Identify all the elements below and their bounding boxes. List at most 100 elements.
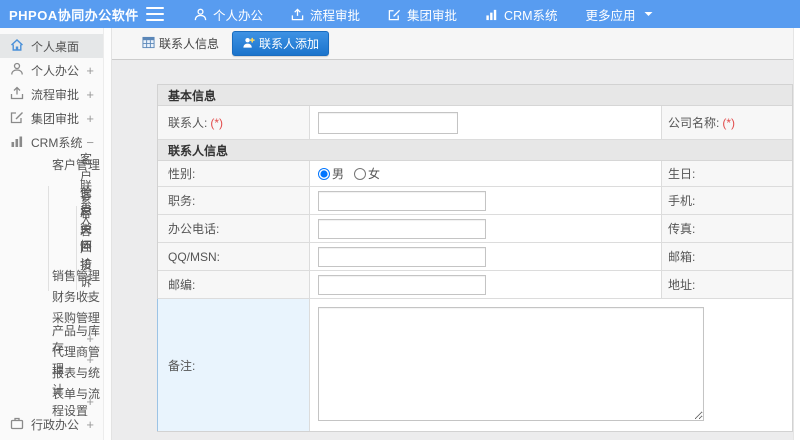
expand-icon[interactable]: + <box>86 418 94 431</box>
field-label: 备注: <box>158 299 310 431</box>
field-label: 邮箱: <box>662 243 792 270</box>
field-cell <box>310 106 662 139</box>
form-row-qq-msn: QQ/MSN: 邮箱: <box>158 243 792 271</box>
expand-icon[interactable]: + <box>86 64 94 77</box>
sidebar-item-label: 集团审批 <box>31 111 80 126</box>
briefcase-icon <box>10 416 24 433</box>
form-row-gender: 性别: 男 女 生日: <box>158 161 792 187</box>
sidebar-item-label: 行政办公 <box>31 417 80 432</box>
field-label: 公司名称: (*) <box>662 106 792 139</box>
sidebar-item-form-workflow-settings[interactable]: 表单与流程设置 + <box>0 387 103 418</box>
topbar-menu-personal-office[interactable]: 个人办公 <box>194 5 263 24</box>
sidebar-item-label: 个人桌面 <box>31 39 80 54</box>
hamburger-menu-icon[interactable] <box>146 7 164 21</box>
field-cell <box>310 243 662 270</box>
topbar-menu-label: 个人办公 <box>213 8 264 23</box>
field-label: 联系人: (*) <box>158 106 310 139</box>
field-label: 生日: <box>662 161 792 186</box>
field-label: 传真: <box>662 215 792 242</box>
tree-guide-line <box>76 206 77 290</box>
content-scrollbar[interactable] <box>793 28 800 440</box>
sidebar-item-label: 个人办公 <box>31 63 80 78</box>
sidebar-item-sales-management[interactable]: 销售管理 + <box>0 265 103 286</box>
sidebar-item-finance[interactable]: 财务收支 + <box>0 286 103 307</box>
sidebar-item-workflow-approval[interactable]: 流程审批 + <box>0 82 103 106</box>
edit-icon <box>388 8 401 21</box>
expand-icon[interactable]: + <box>86 395 94 408</box>
topbar-menu-label: 流程审批 <box>310 8 361 23</box>
label-text: 职务: <box>168 194 196 208</box>
form-row-notes: 备注: <box>157 299 792 431</box>
expand-icon[interactable]: + <box>86 290 94 303</box>
label-text: 办公电话: <box>168 222 220 236</box>
chart-icon <box>485 8 498 21</box>
tab-label: 联系人信息 <box>159 37 220 51</box>
topbar-menu-more-apps[interactable]: 更多应用 <box>586 5 653 24</box>
caret-down-icon <box>644 11 653 17</box>
notes-textarea[interactable] <box>318 307 704 421</box>
form-row-job-title: 职务: 手机: <box>158 187 792 215</box>
field-label: QQ/MSN: <box>158 243 310 270</box>
form-row-office-phone: 办公电话: 传真: <box>158 215 792 243</box>
contact-form: 基本信息 联系人: (*) 公司名称: (*) 联系人信息 性别: 男 女 生日… <box>157 84 793 432</box>
required-marker: (*) <box>722 115 736 130</box>
topbar-menu-label: 更多应用 <box>585 8 636 23</box>
expand-icon[interactable]: + <box>86 88 94 101</box>
sidebar-item-admin-office[interactable]: 行政办公 + <box>0 412 103 436</box>
label-text: 地址: <box>668 278 696 292</box>
label-text: 生日: <box>668 167 696 181</box>
home-icon <box>10 38 24 55</box>
tab-bar: 联系人信息 联系人添加 <box>112 28 793 60</box>
gender-female-radio[interactable] <box>354 167 367 180</box>
contact-name-input[interactable] <box>318 111 458 134</box>
grid-icon <box>142 36 155 52</box>
user-icon <box>194 8 207 21</box>
sidebar-item-personal-office[interactable]: 个人办公 + <box>0 58 103 82</box>
field-label: 地址: <box>662 271 792 298</box>
zipcode-input[interactable] <box>318 274 486 295</box>
label-text: 联系人: <box>168 116 208 130</box>
job-title-input[interactable] <box>318 190 486 211</box>
approval-icon <box>10 86 24 103</box>
required-marker: (*) <box>210 115 224 130</box>
office-phone-input[interactable] <box>318 218 486 239</box>
content-area: 基本信息 联系人: (*) 公司名称: (*) 联系人信息 性别: 男 女 生日… <box>112 60 793 440</box>
field-cell <box>310 271 662 298</box>
label-text: 手机: <box>668 194 696 208</box>
field-cell <box>310 187 662 214</box>
topbar-menu-crm-system[interactable]: CRM系统 <box>485 5 558 24</box>
topbar-menu-group-approval[interactable]: 集团审批 <box>388 5 457 24</box>
section-header-basic-info: 基本信息 <box>158 85 792 106</box>
field-label: 办公电话: <box>158 215 310 242</box>
label-text: 传真: <box>668 222 696 236</box>
field-cell: 男 女 <box>310 161 662 186</box>
tab-add-contact[interactable]: 联系人添加 <box>232 31 330 56</box>
radio-label: 男 <box>332 167 345 181</box>
qq-msn-input[interactable] <box>318 246 486 267</box>
sidebar-item-personal-desktop[interactable]: 个人桌面 <box>0 34 103 58</box>
chart-icon <box>10 134 24 151</box>
topbar-nav: 个人办公 流程审批 集团审批 CRM系统 更多应用 <box>194 5 653 24</box>
collapse-icon[interactable]: − <box>86 136 94 149</box>
topbar-menu-workflow-approval[interactable]: 流程审批 <box>291 5 360 24</box>
field-label: 性别: <box>158 161 310 186</box>
topbar: PHPOA协同办公软件 个人办公 流程审批 集团审批 CRM系统 更多应用 <box>0 0 800 28</box>
sidebar-item-label: CRM系统 <box>31 135 83 150</box>
tree-guide-line <box>48 186 49 291</box>
expand-icon[interactable]: + <box>86 269 94 282</box>
gender-male-radio[interactable] <box>318 167 330 180</box>
field-cell <box>310 299 792 431</box>
sidebar-item-customer-complaint[interactable]: 客户投诉 <box>0 224 103 289</box>
field-cell <box>310 215 662 242</box>
user-icon <box>10 62 24 79</box>
label-text: 邮编: <box>168 278 196 292</box>
expand-icon[interactable]: + <box>86 112 94 125</box>
sidebar-item-label: 流程审批 <box>31 87 80 102</box>
sidebar-item-group-approval[interactable]: 集团审批 + <box>0 106 103 130</box>
tab-contact-info[interactable]: 联系人信息 <box>137 32 224 55</box>
section-header-contact-info: 联系人信息 <box>158 140 792 161</box>
label-text: 邮箱: <box>668 250 696 264</box>
field-label: 职务: <box>158 187 310 214</box>
add-contact-icon <box>242 36 255 52</box>
sidebar-scrollbar[interactable] <box>103 28 112 440</box>
